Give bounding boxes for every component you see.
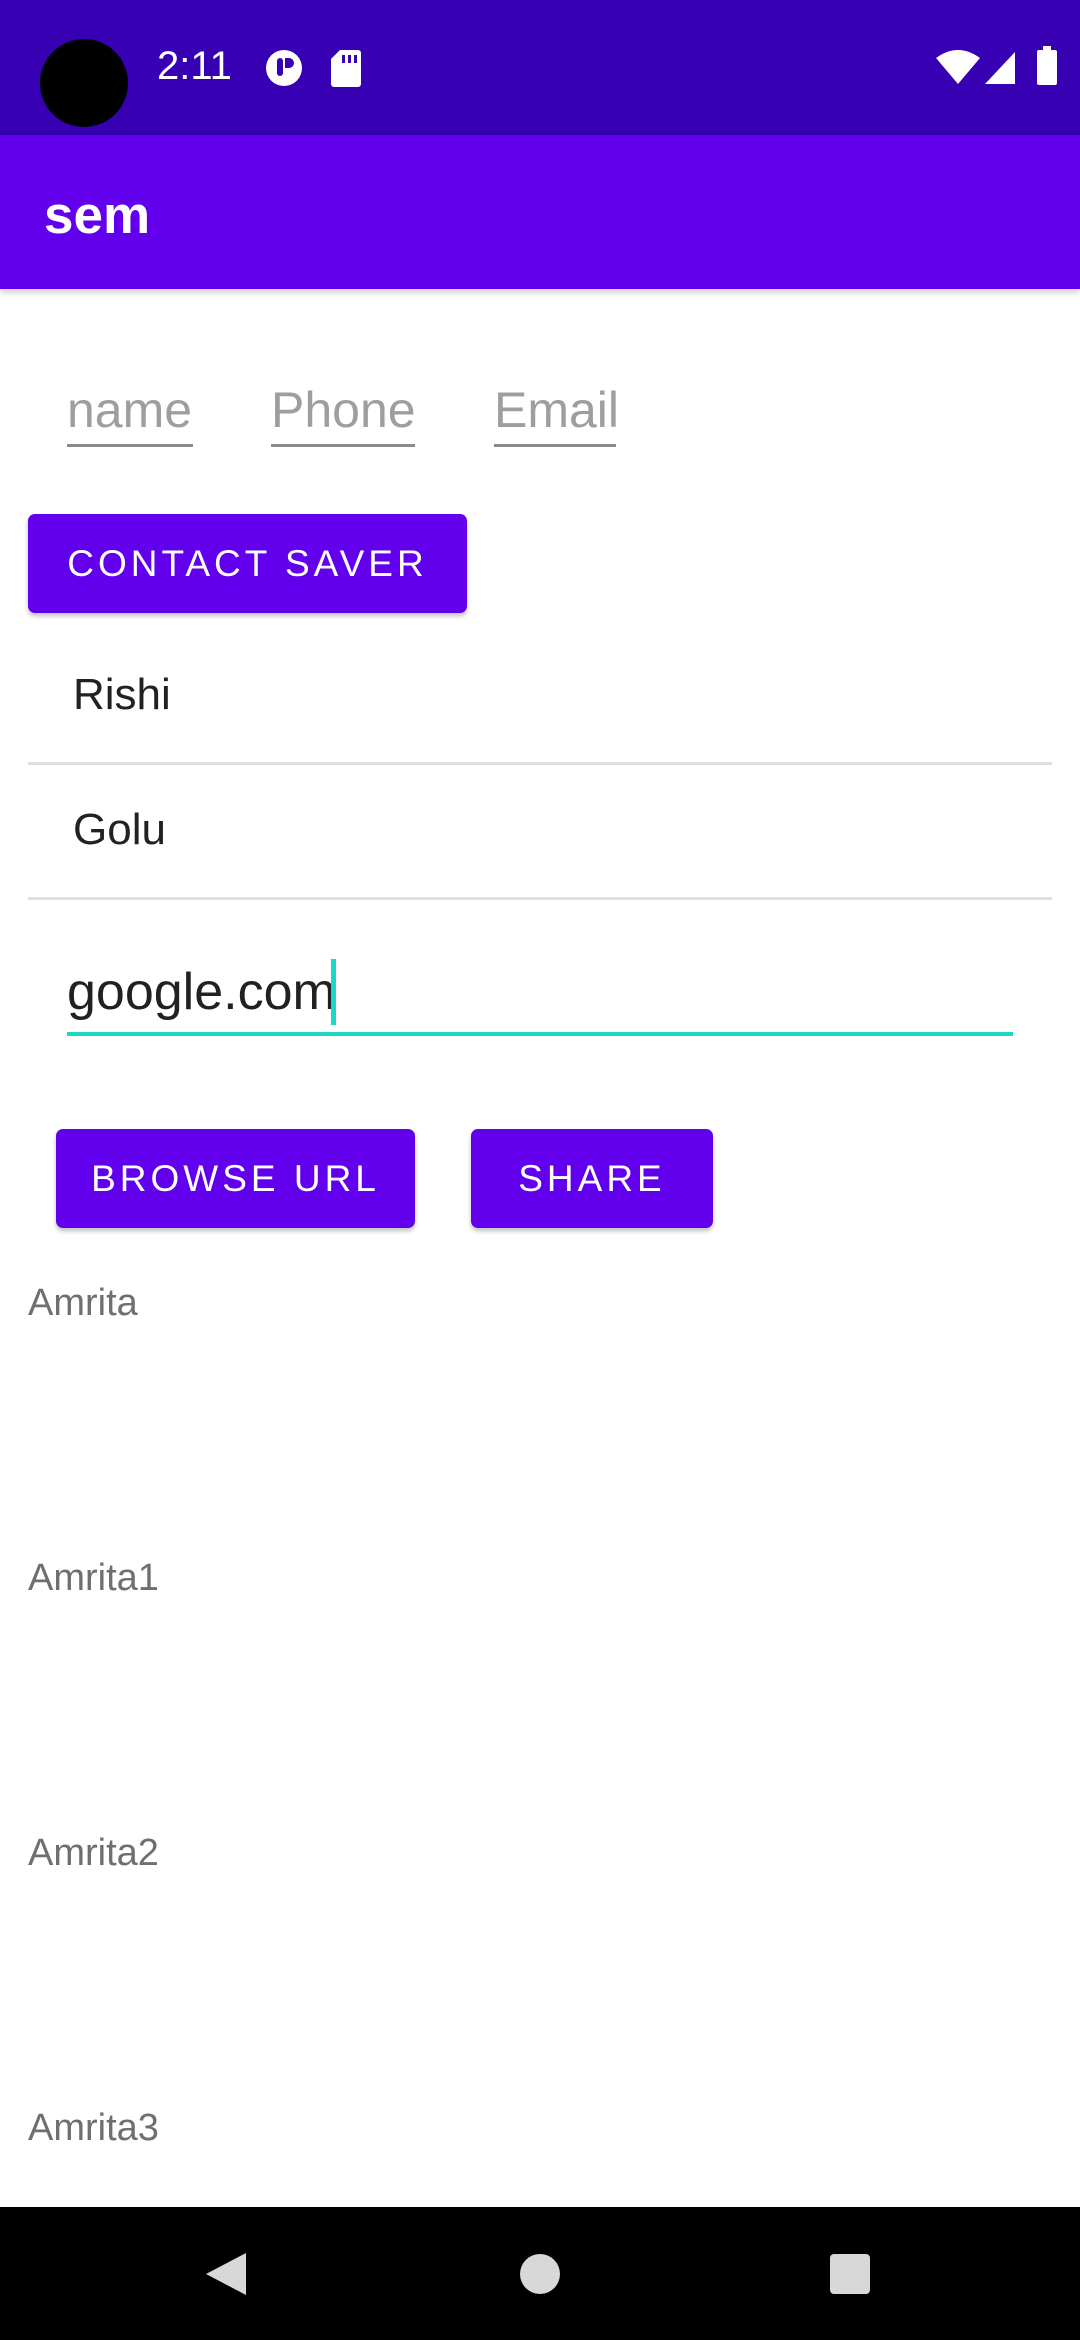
share-button[interactable]: SHARE — [471, 1129, 713, 1228]
list-item-text: Amrita1 — [28, 1557, 159, 1599]
home-icon[interactable] — [520, 2254, 560, 2294]
url-input-text: google.com — [67, 963, 336, 1021]
contact-saver-button[interactable]: CONTACT SAVER — [28, 514, 467, 613]
list-item-text: Amrita — [28, 1282, 138, 1324]
sd-card-icon — [331, 50, 361, 87]
wifi-icon — [936, 50, 980, 84]
contact-list-item[interactable]: Rishi — [28, 630, 1052, 765]
browse-url-button[interactable]: BROWSE URL — [56, 1129, 415, 1228]
notification-icon — [266, 50, 302, 86]
name-input[interactable] — [67, 375, 193, 447]
navigation-bar — [0, 2207, 1080, 2340]
text-cursor — [331, 959, 336, 1025]
screen: 2:11 sem CONTACT SAVER Rishi — [0, 0, 1080, 2340]
contact-list-item[interactable]: Golu — [28, 765, 1052, 900]
contact-name: Rishi — [73, 670, 171, 719]
camera-cutout — [40, 39, 128, 127]
app-title: sem — [44, 186, 151, 245]
contact-name: Golu — [73, 805, 166, 854]
app-bar: sem — [0, 135, 1080, 289]
back-icon[interactable] — [204, 2251, 248, 2297]
list-item-text: Amrita3 — [28, 2107, 159, 2149]
email-input[interactable] — [494, 375, 616, 447]
recents-icon[interactable] — [830, 2254, 870, 2294]
list-item-text: Amrita2 — [28, 1832, 159, 1874]
url-input[interactable]: google.com — [67, 952, 1013, 1036]
status-bar: 2:11 — [0, 0, 1080, 135]
status-time: 2:11 — [157, 44, 232, 88]
battery-icon — [1037, 46, 1057, 85]
signal-icon — [985, 52, 1015, 84]
phone-input[interactable] — [271, 375, 415, 447]
